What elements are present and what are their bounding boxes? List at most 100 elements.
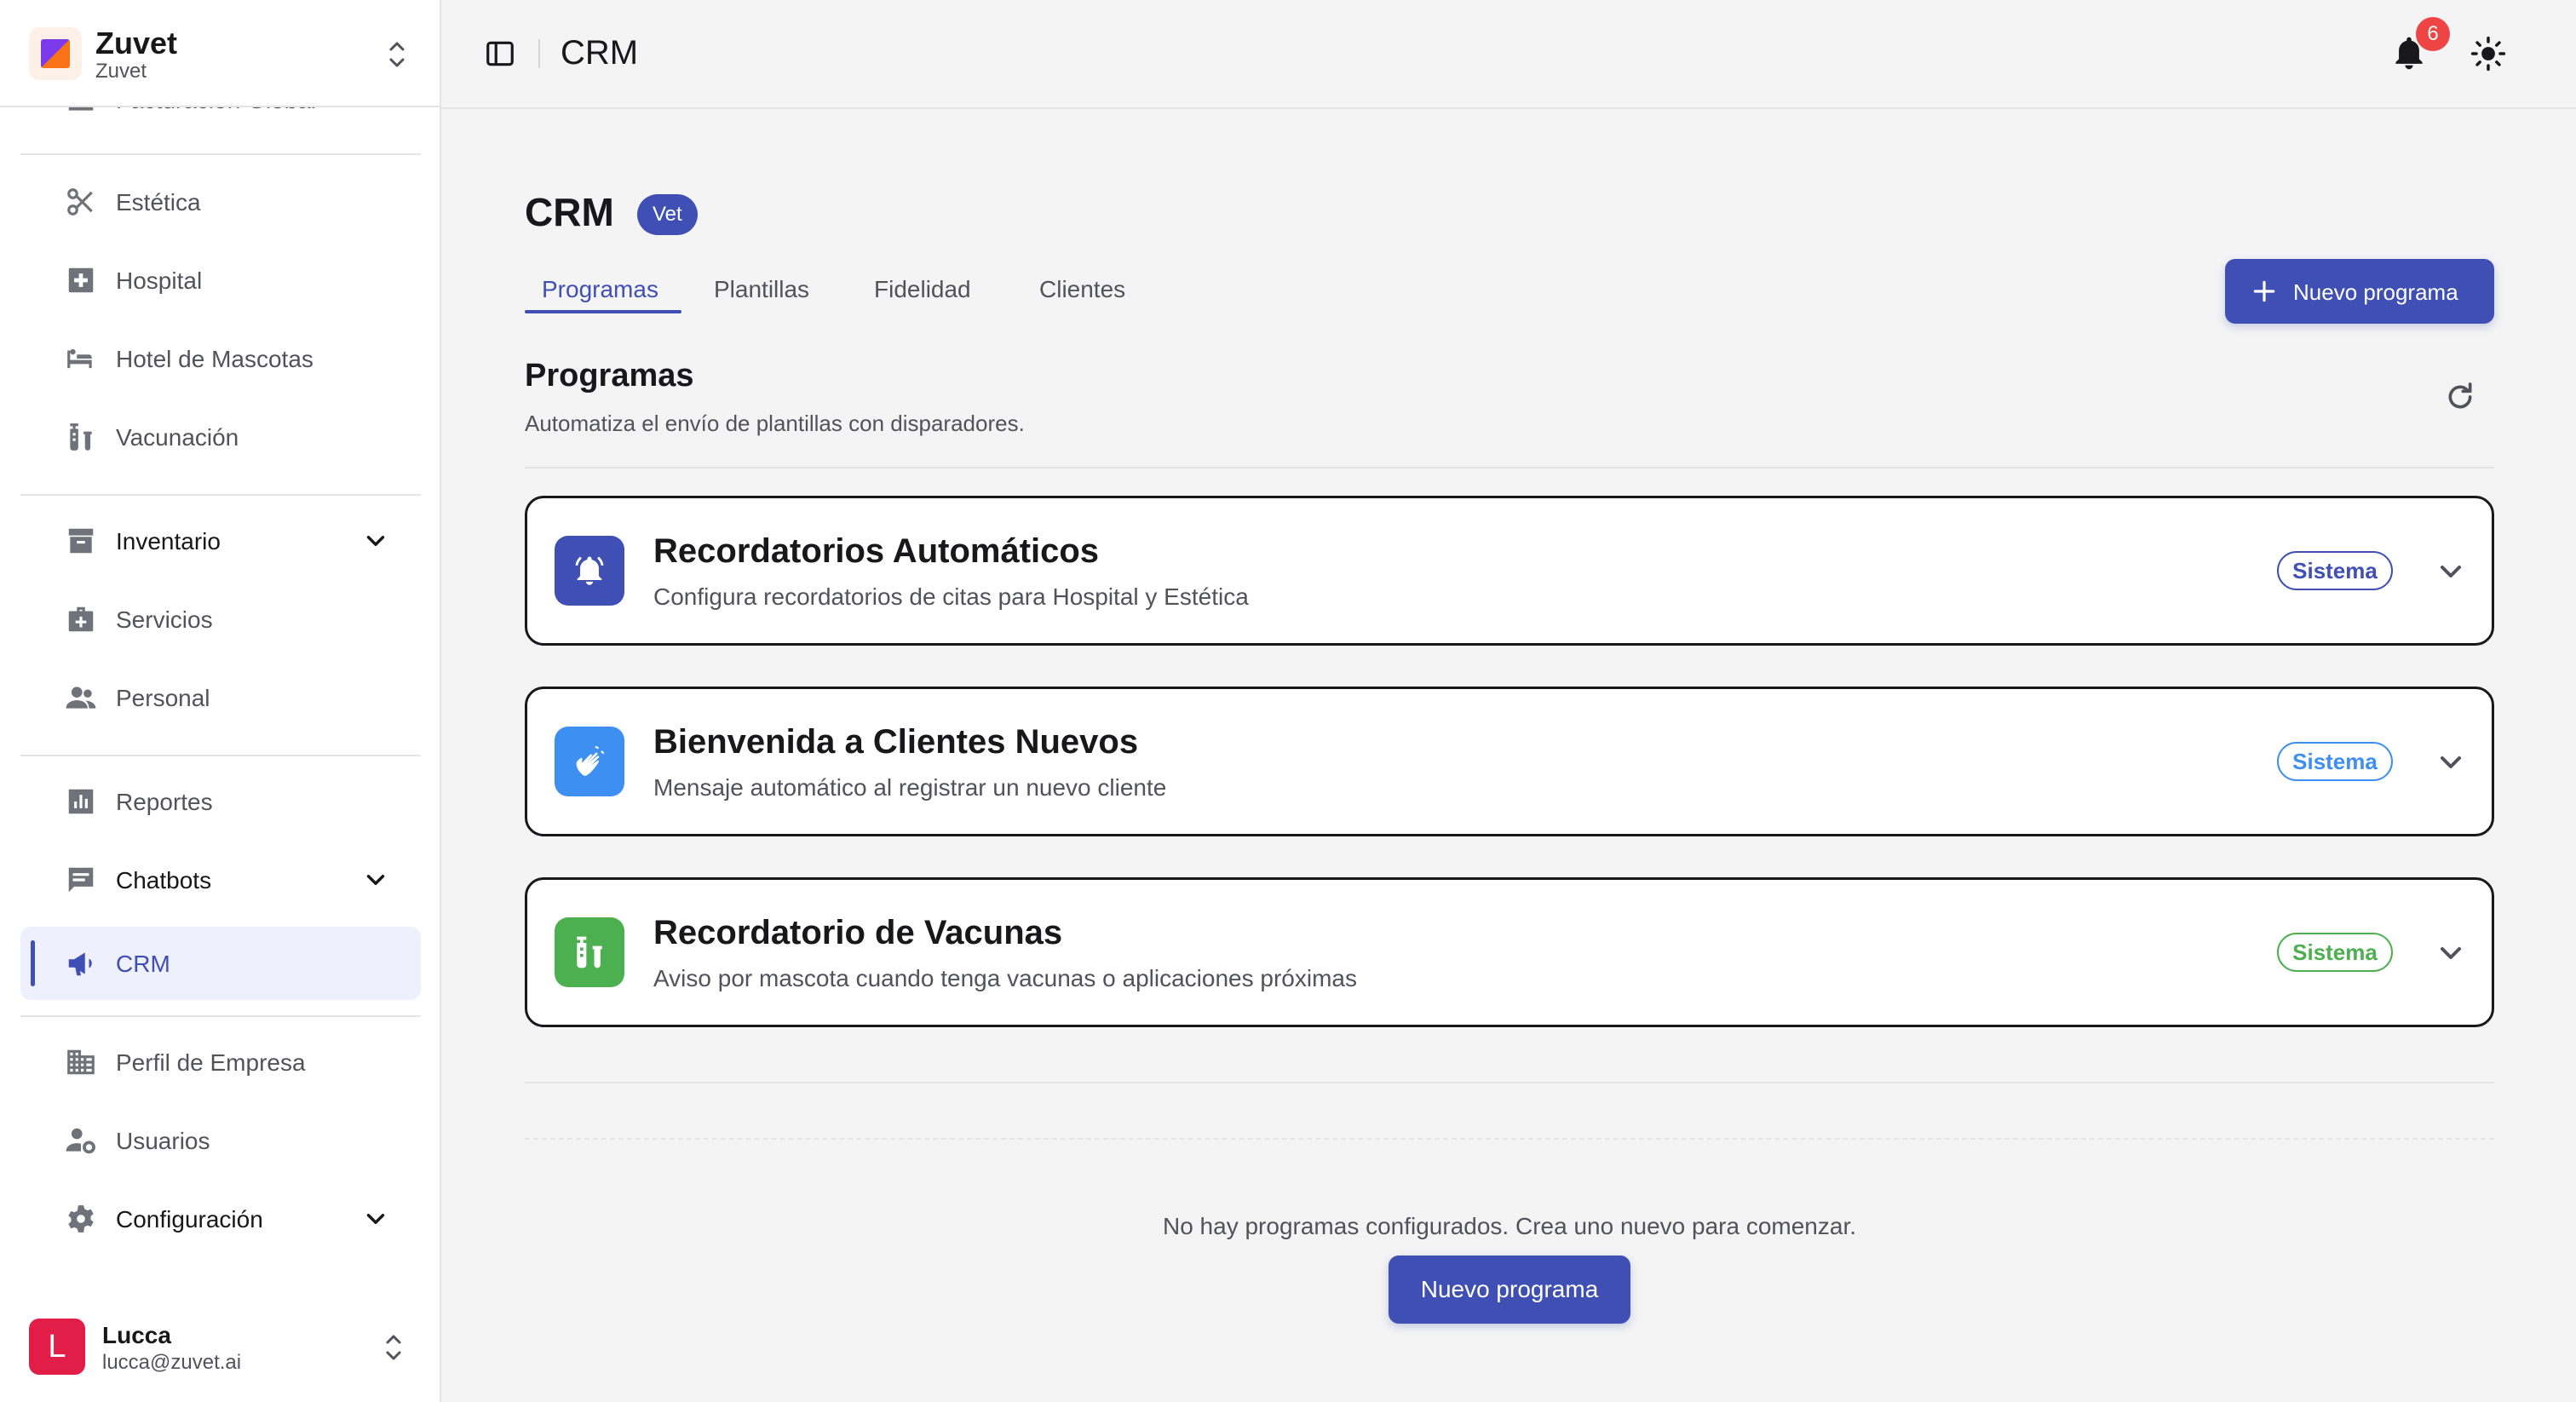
sidebar-item-label: CRM — [116, 951, 170, 977]
sidebar-item-hotel-de-mascotas[interactable]: Hotel de Mascotas — [20, 322, 421, 395]
system-badge: Sistema — [2277, 742, 2393, 781]
sidebar-item-label: Personal — [116, 685, 210, 711]
megaphone-icon — [65, 947, 97, 980]
waving-hands-icon — [576, 745, 605, 776]
program-card[interactable]: Bienvenida a Clientes Nuevos Mensaje aut… — [525, 687, 2494, 836]
program-icon-box — [555, 536, 624, 606]
sidebar-item-label: Inventario — [116, 528, 221, 554]
top-header: CRM 6 — [441, 0, 2576, 109]
chevron-down-icon — [361, 1204, 390, 1233]
sidebar-item-chatbots[interactable]: Chatbots — [20, 843, 421, 916]
program-description: Aviso por mascota cuando tenga vacunas o… — [653, 965, 1357, 991]
system-badge: Sistema — [2277, 933, 2393, 972]
sidebar-item-hospital[interactable]: Hospital — [20, 244, 421, 317]
header-separator — [538, 39, 540, 68]
sidebar-item-configuracion[interactable]: Configuración — [20, 1182, 421, 1255]
sidebar-item-servicios[interactable]: Servicios — [20, 583, 421, 656]
bar-chart-icon — [65, 785, 97, 818]
empty-state-divider — [525, 1138, 2494, 1140]
people-icon — [65, 681, 97, 714]
sidebar-item-label: Facturación Global — [116, 107, 316, 114]
tab-fidelidad[interactable]: Fidelidad — [874, 276, 971, 303]
chevron-down-icon[interactable] — [2434, 936, 2468, 970]
brand-name: Zuvet — [95, 26, 178, 60]
program-description: Mensaje automático al registrar un nuevo… — [653, 774, 1167, 801]
sidebar-item-perfil-de-empresa[interactable]: Perfil de Empresa — [20, 1026, 421, 1099]
sidebar-divider — [20, 1015, 421, 1017]
sidebar-item-label: Configuración — [116, 1206, 263, 1232]
user-menu[interactable]: L Lucca lucca@zuvet.ai — [0, 1295, 440, 1402]
page-title: CRM — [525, 190, 614, 234]
chevron-down-icon — [361, 526, 390, 555]
header-title: CRM — [561, 34, 639, 72]
program-title: Recordatorios Automáticos — [653, 532, 1100, 570]
active-tab-indicator — [525, 310, 681, 313]
building-icon — [65, 1046, 97, 1078]
sidebar-divider — [20, 755, 421, 756]
sidebar-item-crm[interactable]: CRM — [20, 927, 421, 1000]
sidebar-item-label: Hotel de Mascotas — [116, 346, 313, 372]
user-email: lucca@zuvet.ai — [102, 1351, 242, 1374]
new-program-button-label: Nuevo programa — [2293, 279, 2458, 305]
workspace-switcher[interactable]: Zuvet Zuvet — [0, 0, 440, 107]
chevron-down-icon — [361, 865, 390, 894]
chevron-up-down-icon — [383, 1330, 404, 1365]
section-divider — [525, 467, 2494, 468]
program-icon-box — [555, 917, 624, 987]
sidebar-item-inventario[interactable]: Inventario — [20, 504, 421, 577]
chevron-down-icon[interactable] — [2434, 745, 2468, 779]
program-icon-box — [555, 727, 624, 796]
system-badge: Sistema — [2277, 551, 2393, 590]
sidebar-item-label: Chatbots — [116, 867, 212, 893]
sidebar-item-label: Usuarios — [116, 1128, 210, 1154]
empty-state-message: No hay programas configurados. Crea uno … — [1162, 1213, 1857, 1239]
sidebar-divider — [20, 494, 421, 496]
sidebar: Zuvet Zuvet Facturación Global Estética … — [0, 0, 441, 1402]
sidebar-item-reportes[interactable]: Reportes — [20, 765, 421, 838]
sidebar-item-label: Hospital — [116, 267, 203, 294]
empty-state-new-program-button[interactable]: Nuevo programa — [1389, 1255, 1630, 1324]
user-gear-icon — [65, 1124, 97, 1157]
chevron-down-icon[interactable] — [2434, 554, 2468, 589]
sidebar-item-vacunacion[interactable]: Vacunación — [20, 400, 421, 474]
sidebar-item-label: Reportes — [116, 789, 213, 815]
program-card[interactable]: Recordatorio de Vacunas Aviso por mascot… — [525, 877, 2494, 1027]
sun-icon[interactable] — [2470, 36, 2506, 72]
sidebar-toggle-icon[interactable] — [484, 37, 516, 70]
list-divider — [525, 1082, 2494, 1083]
sidebar-nav: Facturación Global Estética Hospital Hot… — [0, 107, 440, 1274]
bed-icon — [65, 342, 97, 375]
brand-subtitle: Zuvet — [95, 60, 147, 83]
sidebar-item-estetica[interactable]: Estética — [20, 165, 421, 238]
sidebar-item-label: Vacunación — [116, 424, 239, 451]
section-subtitle: Automatiza el envío de plantillas con di… — [525, 411, 1025, 436]
chevron-up-down-icon — [387, 37, 407, 72]
section-title: Programas — [525, 358, 694, 394]
program-card[interactable]: Recordatorios Automáticos Configura reco… — [525, 496, 2494, 646]
gear-icon — [65, 1203, 97, 1235]
vaccine-icon — [577, 936, 602, 968]
plus-icon — [2251, 278, 2278, 305]
vaccine-icon — [65, 421, 97, 453]
brand-logo — [29, 27, 82, 80]
sidebar-divider — [20, 153, 421, 155]
sidebar-item-personal[interactable]: Personal — [20, 661, 421, 734]
tab-programas[interactable]: Programas — [542, 276, 658, 303]
sidebar-item-facturacion-global[interactable]: Facturación Global — [20, 107, 421, 136]
refresh-icon[interactable] — [2443, 380, 2477, 414]
sidebar-item-usuarios[interactable]: Usuarios — [20, 1104, 421, 1177]
medical-cross-icon — [65, 264, 97, 296]
avatar: L — [29, 1319, 85, 1375]
tab-clientes[interactable]: Clientes — [1039, 276, 1125, 303]
new-program-button[interactable]: Nuevo programa — [2225, 259, 2494, 324]
sidebar-item-label: Perfil de Empresa — [116, 1049, 306, 1076]
program-description: Configura recordatorios de citas para Ho… — [653, 583, 1249, 610]
sidebar-item-label: Estética — [116, 189, 201, 215]
scissors-icon — [65, 186, 97, 218]
archive-box-icon — [65, 525, 97, 557]
bell-ring-icon — [575, 556, 604, 585]
tab-plantillas[interactable]: Plantillas — [714, 276, 809, 303]
program-title: Bienvenida a Clientes Nuevos — [653, 723, 1139, 761]
user-name: Lucca — [102, 1322, 171, 1348]
sidebar-item-label: Servicios — [116, 606, 213, 633]
